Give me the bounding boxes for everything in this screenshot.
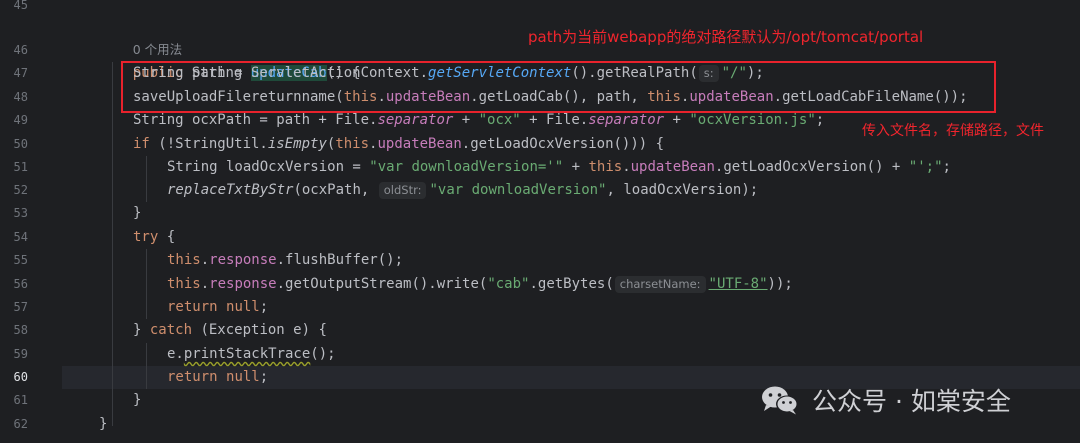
code-text: ;: [815, 112, 825, 128]
line-number: 61: [13, 393, 28, 407]
code-line-54[interactable]: try {: [133, 226, 1080, 249]
code-line-56[interactable]: this.response.getOutputStream().write("c…: [167, 273, 1080, 296]
string-literal: "UTF-8": [708, 276, 768, 292]
line-number: 46: [13, 43, 28, 57]
code-text: .: [622, 159, 631, 175]
code-line-52[interactable]: replaceTxtByStr(ocxPath, oldStr: "var dow…: [167, 179, 1080, 202]
static-method-call: replaceTxtByStr: [167, 182, 294, 198]
line-number: 59: [13, 347, 28, 361]
code-line-58[interactable]: } catch (Exception e) {: [133, 319, 1080, 342]
line-number: 62: [13, 417, 28, 431]
string-literal: "';": [908, 159, 943, 175]
keyword: try: [133, 229, 159, 245]
string-literal: "var downloadVersion='": [369, 159, 564, 175]
code-text: .getOutputStream().write(: [276, 276, 488, 292]
line-number: 52: [13, 183, 28, 197]
code-text: ));: [767, 276, 793, 292]
line-number: 56: [13, 277, 28, 291]
field-reference: updateBean: [630, 159, 715, 175]
code-text: + File.: [520, 112, 589, 128]
params-annotation: 传入文件名，存储路径，文件: [862, 123, 1044, 139]
line-number: 53: [13, 206, 28, 220]
line-number: 54: [13, 230, 28, 244]
path-annotation: path为当前webapp的绝对路径默认为/opt/tomcat/portal: [528, 28, 924, 46]
code-text: +: [664, 112, 690, 128]
keyword: return: [167, 369, 218, 385]
indent-guide: [146, 343, 147, 389]
code-line-51[interactable]: String loadOcxVersion = "var downloadVer…: [167, 156, 1080, 179]
string-literal: "var downloadVersion": [429, 182, 607, 198]
keyword: this: [335, 136, 370, 152]
keyword: catch: [149, 322, 193, 338]
watermark: 公众号 · 如棠安全: [760, 382, 1011, 418]
line-number: 47: [13, 66, 28, 80]
watermark-text: 公众号 · 如棠安全: [812, 387, 1011, 416]
code-text: ;: [259, 299, 269, 315]
keyword: return: [167, 299, 218, 315]
code-text: (Exception e) {: [192, 322, 327, 338]
keyword: null: [226, 369, 260, 385]
code-text: .: [200, 276, 210, 292]
indent-guide: [146, 156, 147, 202]
line-number: 58: [13, 323, 28, 337]
code-text: }: [133, 322, 150, 338]
deprecated-method-call: printStackTrace: [183, 346, 311, 362]
code-text: +: [563, 159, 589, 175]
line-number: 48: [13, 90, 28, 104]
code-text: ;: [942, 159, 951, 175]
code-text: }: [133, 392, 142, 408]
line-number: 50: [13, 137, 28, 151]
line-number: 45: [13, 0, 28, 12]
string-literal: "cab": [487, 276, 530, 292]
line-number: 49: [13, 113, 28, 127]
code-text: ;: [259, 369, 269, 385]
line-number: 51: [13, 160, 28, 174]
code-line-53[interactable]: }: [133, 202, 1080, 225]
code-text: e.: [167, 346, 184, 362]
keyword: if: [133, 136, 150, 152]
code-text: ();: [310, 346, 336, 362]
field-reference: response: [209, 252, 277, 268]
indent-guide: [112, 62, 113, 426]
keyword: null: [226, 299, 260, 315]
keyword: this: [588, 159, 623, 175]
code-text: .getLoadOcxVersion())) {: [461, 136, 665, 152]
line-number: 55: [13, 253, 28, 267]
code-line-55[interactable]: this.response.flushBuffer();: [167, 249, 1080, 272]
keyword: this: [167, 252, 201, 268]
code-text: String loadOcxVersion =: [167, 159, 370, 175]
static-method-call: isEmpty: [267, 136, 327, 152]
code-text: .getLoadOcxVersion() +: [714, 159, 909, 175]
code-text: }: [133, 205, 142, 221]
parameter-hint: oldStr:: [378, 182, 427, 199]
code-text: String ocxPath = path + File.: [133, 112, 378, 128]
string-literal: "ocxVersion.js": [689, 112, 816, 128]
static-field: separator: [588, 112, 665, 128]
string-literal: "ocx": [478, 112, 521, 128]
highlight-box: [121, 61, 996, 113]
code-text: }: [99, 416, 108, 432]
line-number-current: 60: [13, 370, 28, 384]
code-line-57[interactable]: return null;: [167, 296, 1080, 319]
code-text: (ocxPath,: [293, 182, 378, 198]
code-text: {: [158, 229, 176, 245]
field-reference: response: [209, 276, 277, 292]
indent-guide: [146, 249, 147, 319]
code-text: +: [453, 112, 479, 128]
code-text: .getBytes(: [529, 276, 614, 292]
code-text: .flushBuffer();: [276, 252, 404, 268]
line-number: 57: [13, 300, 28, 314]
parameter-hint: charsetName:: [614, 276, 706, 293]
keyword: this: [167, 276, 201, 292]
code-line-59[interactable]: e.printStackTrace();: [167, 343, 1080, 366]
code-text: , loadOcxVersion);: [606, 182, 759, 198]
code-text: .: [200, 252, 210, 268]
static-field: separator: [377, 112, 454, 128]
line-number-gutter: 45 46 47 48 49 50 51 52 53 54 55 56 57 5…: [0, 0, 62, 443]
field-reference: updateBean: [377, 136, 462, 152]
wechat-icon: [762, 386, 798, 415]
code-text: (!StringUtil.: [149, 136, 268, 152]
